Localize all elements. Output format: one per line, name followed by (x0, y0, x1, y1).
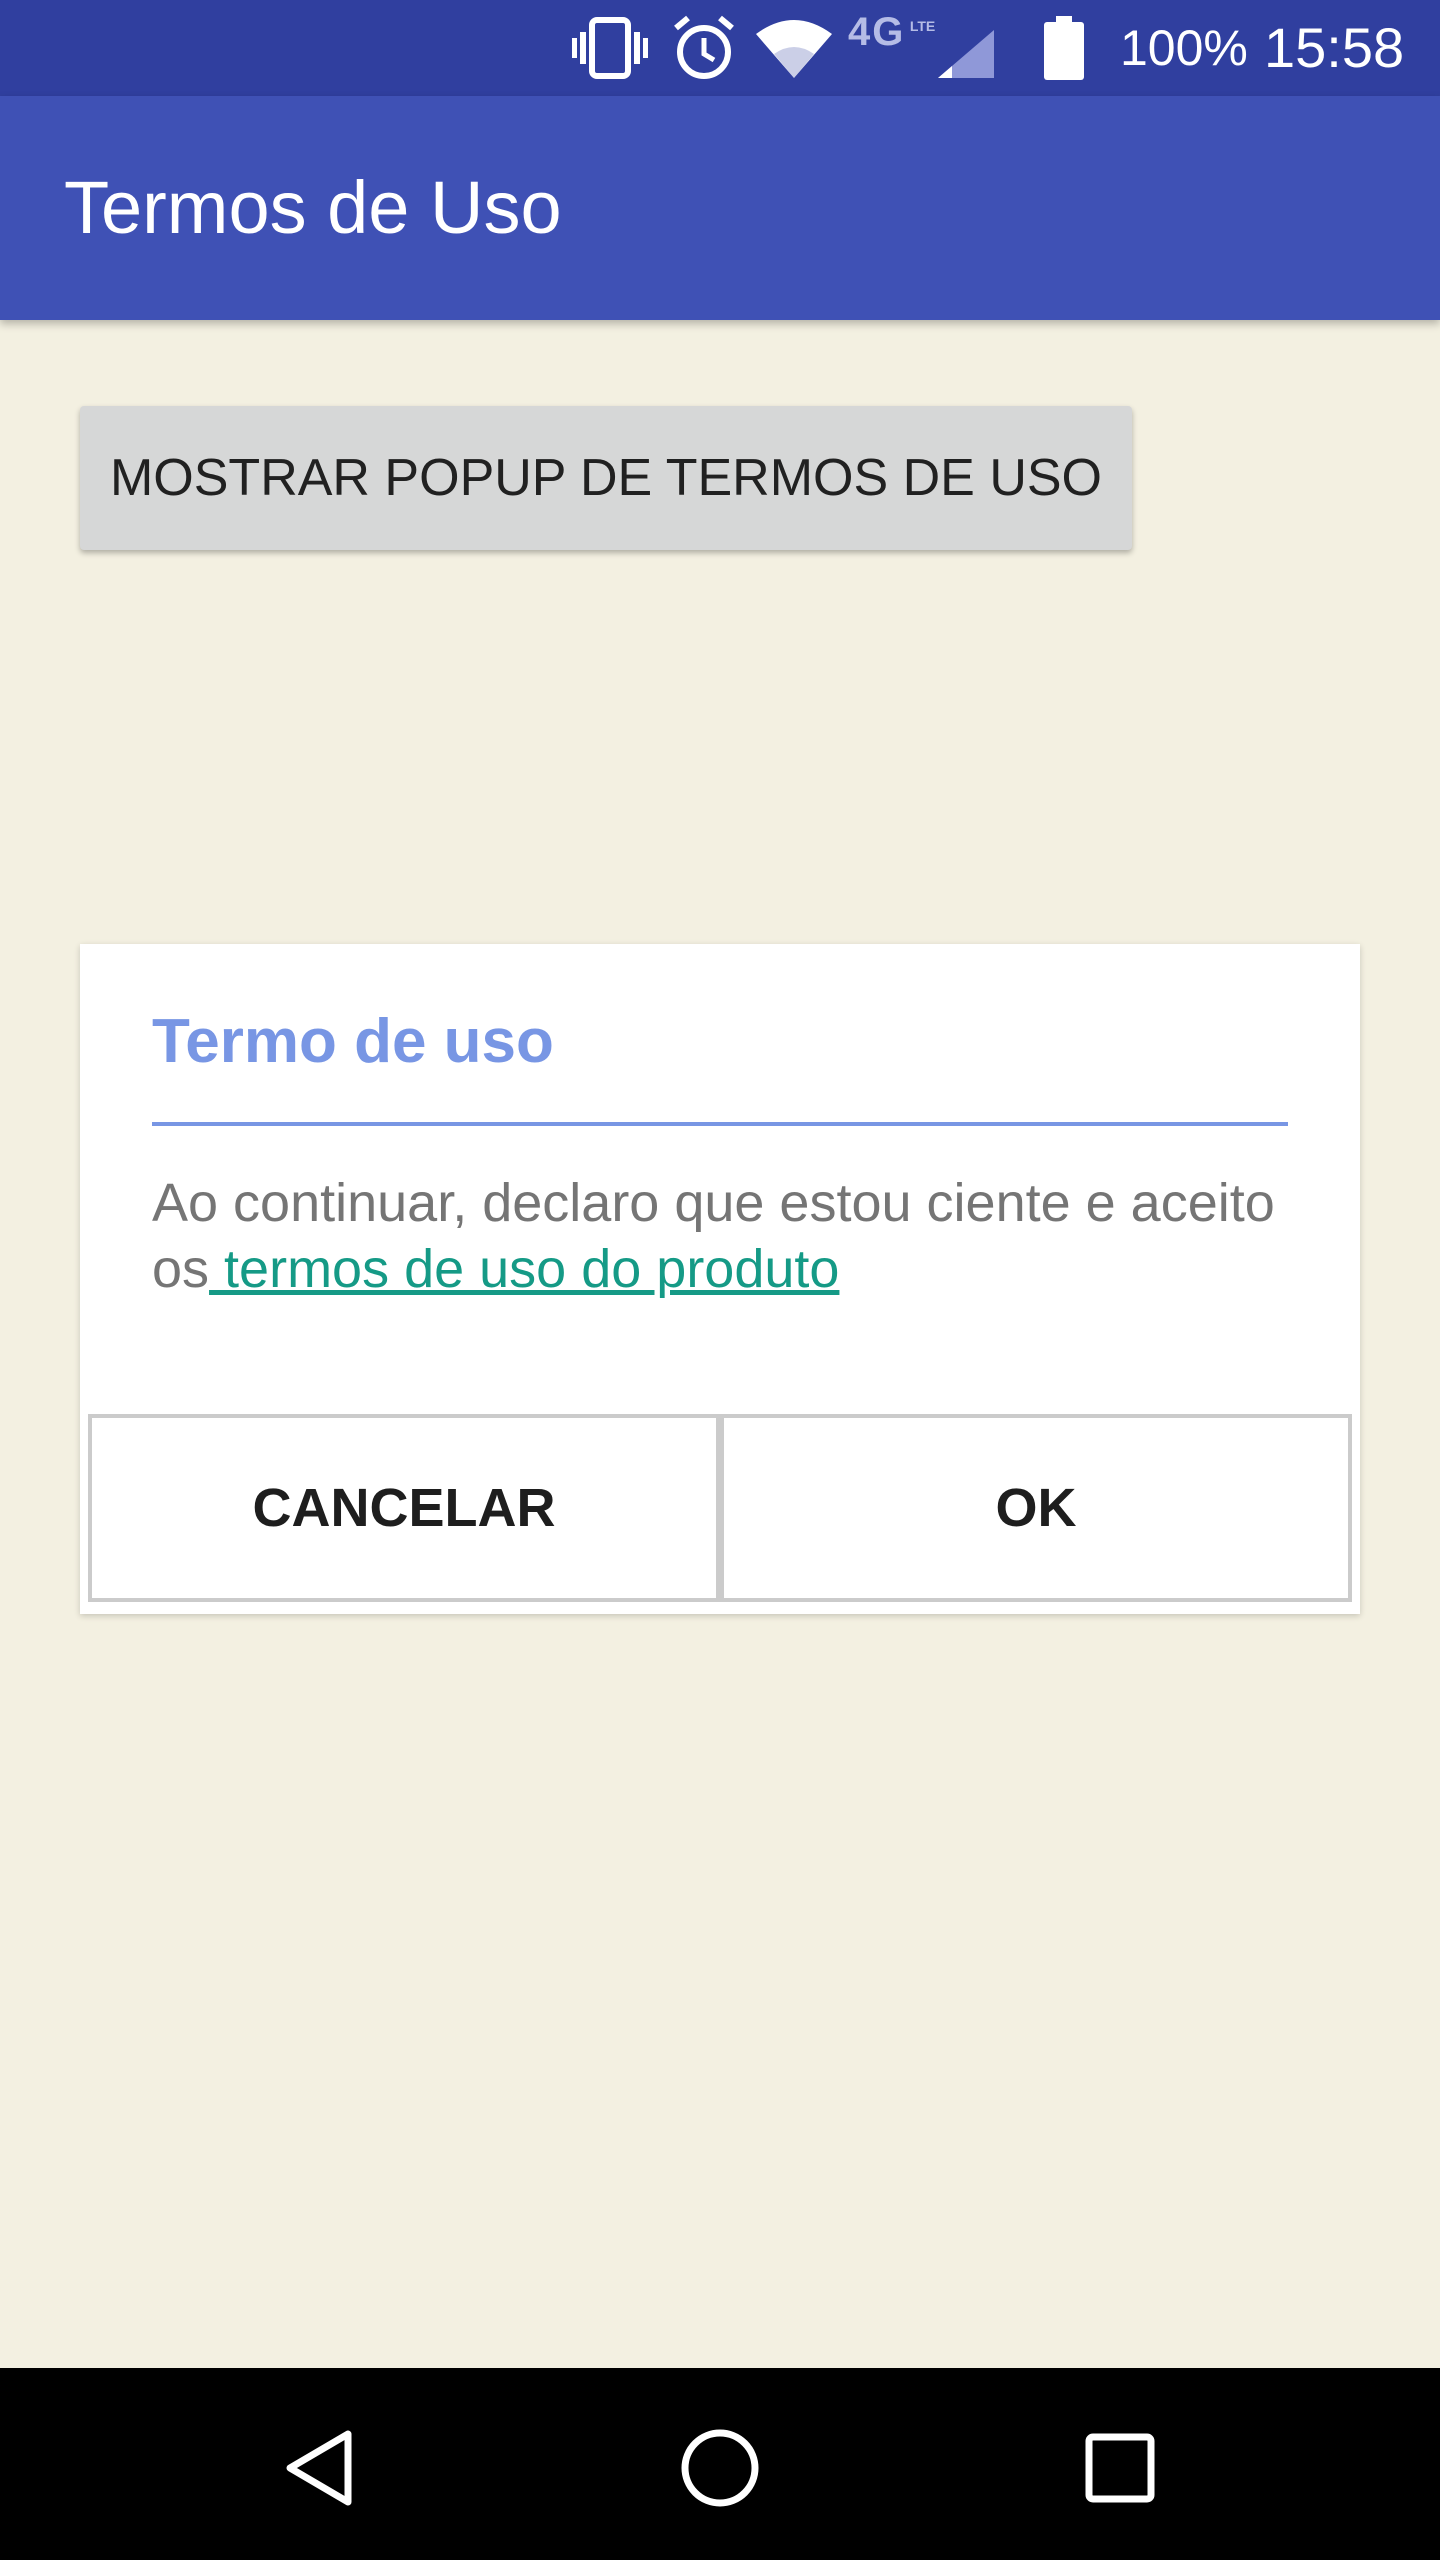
back-icon[interactable] (272, 2420, 368, 2516)
terms-dialog: Termo de uso Ao continuar, declaro que e… (80, 944, 1360, 1614)
network-type-label: 4G (848, 10, 906, 54)
dialog-title: Termo de uso (152, 1007, 554, 1076)
page-title: Termos de Uso (64, 166, 562, 249)
battery-icon (1044, 16, 1084, 85)
dialog-message: Ao continuar, declaro que estou ciente e… (152, 1170, 1288, 1302)
alarm-icon (672, 14, 736, 87)
status-bar: 4G LTE 100% 15:58 (0, 0, 1440, 96)
4g-lte-icon: 4G LTE (848, 10, 936, 54)
ok-button[interactable]: OK (720, 1414, 1352, 1602)
vibrate-icon (572, 14, 648, 87)
recents-icon[interactable] (1072, 2420, 1168, 2516)
battery-percentage: 100% (1120, 20, 1248, 76)
dialog-title-divider (152, 1122, 1288, 1126)
terms-of-use-link[interactable]: termos de uso do produto (209, 1239, 839, 1299)
app-bar: Termos de Uso (0, 96, 1440, 320)
show-terms-popup-button[interactable]: MOSTRAR POPUP DE TERMOS DE USO (80, 406, 1132, 550)
wifi-icon (756, 20, 832, 85)
home-icon[interactable] (672, 2420, 768, 2516)
navigation-bar (0, 2368, 1440, 2560)
clock-time: 15:58 (1264, 16, 1405, 79)
cancel-button[interactable]: CANCELAR (88, 1414, 720, 1602)
cellular-signal-icon (938, 30, 994, 83)
